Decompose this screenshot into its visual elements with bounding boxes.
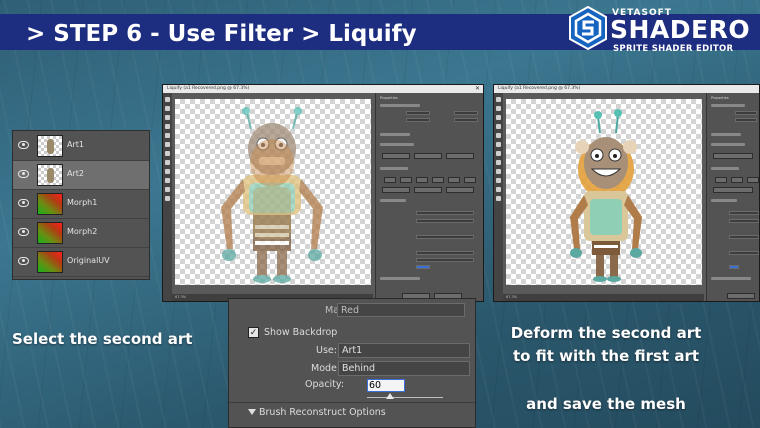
liquify-toolbar xyxy=(494,93,503,301)
layer-row-morph1[interactable]: Morph1 xyxy=(13,190,149,219)
show-backdrop-checkbox[interactable]: ✓ xyxy=(248,327,259,338)
hand-tool-icon[interactable] xyxy=(165,187,170,192)
layer-name: Art1 xyxy=(67,140,84,149)
visibility-eye-icon[interactable] xyxy=(18,141,29,149)
thaw-mask-tool-icon[interactable] xyxy=(165,169,170,174)
shadero-logo-icon xyxy=(569,6,607,50)
face-tool-icon[interactable] xyxy=(496,178,501,183)
show-backdrop-label: Show Backdrop xyxy=(264,327,338,338)
use-select[interactable]: Art1 xyxy=(338,343,470,358)
twirl-tool-icon[interactable] xyxy=(165,124,170,129)
layer-thumbnail xyxy=(37,164,63,186)
use-label: Use: xyxy=(316,345,337,356)
visibility-eye-icon[interactable] xyxy=(18,228,29,236)
layer-row-art2[interactable]: Art2 xyxy=(13,161,149,190)
layer-row-originaluv[interactable]: OriginalUV xyxy=(13,248,149,277)
hand-tool-icon[interactable] xyxy=(496,187,501,192)
robot-character-deformed-icon xyxy=(570,109,642,282)
backdrop-options-zoom: Mask Color: Red ✓ Show Backdrop Use: Art… xyxy=(228,298,476,428)
push-left-tool-icon[interactable] xyxy=(496,151,501,156)
layer-name: OriginalUV xyxy=(67,256,110,265)
liquify-window-before: Liquify (a1 Recovered.png @ 67.3%) ✕ Pro… xyxy=(162,84,484,302)
layer-thumbnail xyxy=(37,222,63,244)
face-tool-icon[interactable] xyxy=(165,178,170,183)
pucker-tool-icon[interactable] xyxy=(496,133,501,138)
liquify-properties-panel: Properties xyxy=(375,93,483,301)
window-title: Liquify (a1 Recovered.png @ 67.3%) ✕ xyxy=(163,85,483,93)
status-bar: 67.3% xyxy=(503,294,704,301)
logo-product-name: SHADERO xyxy=(610,15,751,44)
liquify-canvas[interactable] xyxy=(506,99,702,285)
opacity-slider-thumb[interactable] xyxy=(385,393,394,399)
layer-thumbnail xyxy=(37,193,63,215)
liquify-canvas[interactable] xyxy=(175,99,371,285)
freeze-mask-tool-icon[interactable] xyxy=(496,160,501,165)
opacity-label: Opacity: xyxy=(305,379,345,390)
brush-reconstruct-options-header[interactable]: Brush Reconstruct Options xyxy=(259,407,386,419)
window-title: Liquify (a1 Recovered.png @ 67.3%) xyxy=(494,85,759,93)
mode-select[interactable]: Behind xyxy=(338,361,470,376)
caption-select-second-art: Select the second art xyxy=(12,330,193,348)
liquify-toolbar xyxy=(163,93,172,301)
liquify-window-after: Liquify (a1 Recovered.png @ 67.3%) Prope… xyxy=(493,84,760,302)
pucker-tool-icon[interactable] xyxy=(165,133,170,138)
layer-name: Art2 xyxy=(67,169,84,178)
liquify-properties-panel: Properties xyxy=(706,93,759,301)
reconstruct-tool-icon[interactable] xyxy=(165,106,170,111)
logo-tagline: SPRITE SHADER EDITOR xyxy=(613,44,734,54)
layer-thumbnail xyxy=(37,135,63,157)
step-title: > STEP 6 - Use Filter > Liquify xyxy=(26,21,417,47)
visibility-eye-icon[interactable] xyxy=(18,199,29,207)
zoom-tool-icon[interactable] xyxy=(165,196,170,201)
layers-panel: Art1 Art2 Morph1 Morph2 OriginalUV xyxy=(12,130,150,280)
chevron-down-icon[interactable] xyxy=(248,409,256,415)
reconstruct-tool-icon[interactable] xyxy=(496,106,501,111)
layer-name: Morph2 xyxy=(67,227,98,236)
layer-name: Morph1 xyxy=(67,198,98,207)
smooth-tool-icon[interactable] xyxy=(496,115,501,120)
twirl-tool-icon[interactable] xyxy=(496,124,501,129)
opacity-input[interactable]: 60 xyxy=(367,379,405,392)
freeze-mask-tool-icon[interactable] xyxy=(165,160,170,165)
layer-row-morph2[interactable]: Morph2 xyxy=(13,219,149,248)
layer-thumbnail xyxy=(37,251,63,273)
visibility-eye-icon[interactable] xyxy=(18,257,29,265)
close-icon[interactable]: ✕ xyxy=(475,85,480,93)
warp-tool-icon[interactable] xyxy=(165,97,170,102)
opacity-slider-track[interactable] xyxy=(367,397,443,398)
divider xyxy=(229,402,475,403)
mask-color-select[interactable]: Red xyxy=(337,303,465,317)
push-left-tool-icon[interactable] xyxy=(165,151,170,156)
smooth-tool-icon[interactable] xyxy=(165,115,170,120)
visibility-eye-icon[interactable] xyxy=(18,170,29,178)
zoom-tool-icon[interactable] xyxy=(496,196,501,201)
layer-row-art1[interactable]: Art1 xyxy=(13,132,149,161)
bloat-tool-icon[interactable] xyxy=(165,142,170,147)
thaw-mask-tool-icon[interactable] xyxy=(496,169,501,174)
caption-deform-line2: to fit with the first art xyxy=(512,347,700,365)
caption-save-mesh: and save the mesh xyxy=(526,395,686,413)
caption-deform-line1: Deform the second art xyxy=(510,324,702,342)
bloat-tool-icon[interactable] xyxy=(496,142,501,147)
mode-label: Mode: xyxy=(311,363,341,374)
warp-tool-icon[interactable] xyxy=(496,97,501,102)
robot-character-overlay-icon xyxy=(221,107,323,283)
